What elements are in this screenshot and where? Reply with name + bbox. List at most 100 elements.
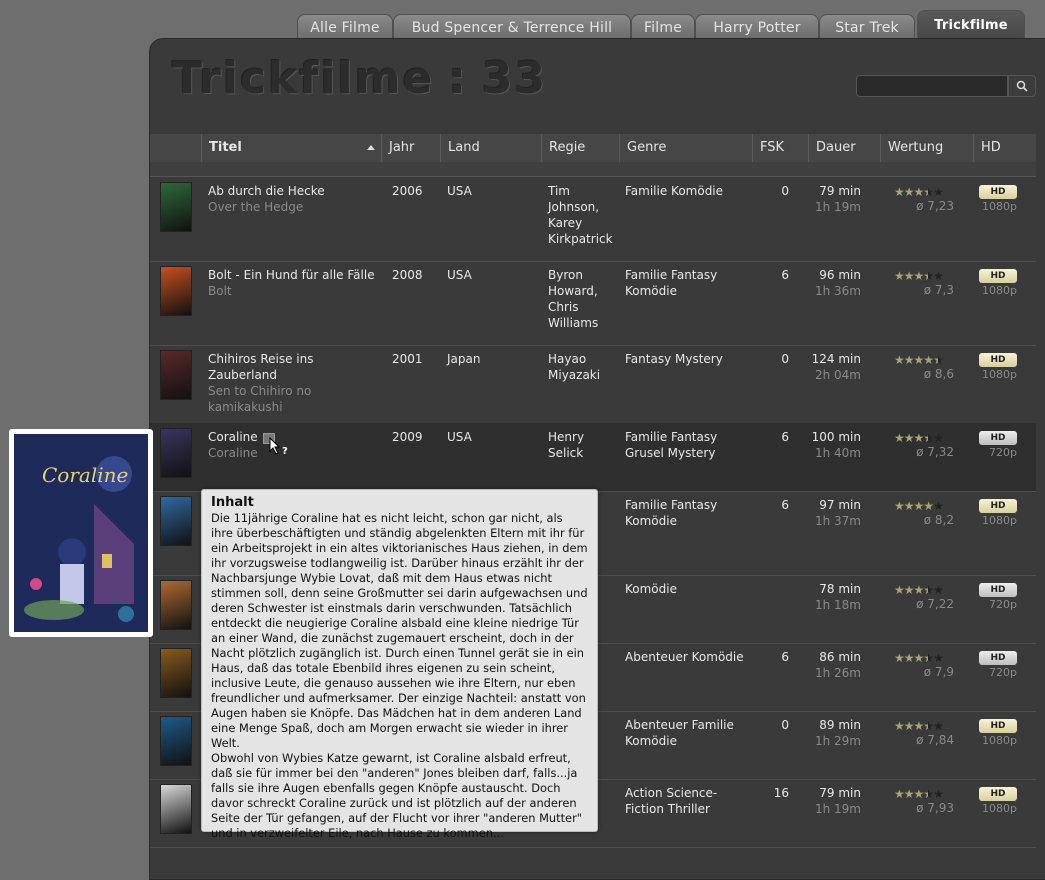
genre-line: Fiction Thriller: [625, 802, 710, 816]
duration-cell: 100 min 1h 40m: [805, 429, 861, 461]
col-titel[interactable]: Titel: [201, 134, 381, 162]
rating-value: ø 7,32: [916, 445, 954, 459]
year-cell: 2001: [392, 352, 423, 366]
star-rating-icon: ★★★★★: [894, 719, 944, 733]
title-text[interactable]: Chihiros Reise ins: [208, 351, 380, 367]
search-input[interactable]: [856, 75, 1008, 97]
poster-thumbnail[interactable]: [160, 784, 192, 834]
fsk-cell: 6: [781, 268, 789, 282]
col-hd[interactable]: HD: [973, 134, 1023, 162]
poster-thumbnail[interactable]: [160, 350, 192, 400]
hd-badge: HD: [979, 787, 1017, 801]
regie-line: Tim: [548, 184, 570, 198]
poster-thumbnail[interactable]: [160, 496, 192, 546]
col-dauer[interactable]: Dauer: [808, 134, 880, 162]
regie-cell: Hayao Miyazaki: [548, 351, 620, 383]
rating-value: ø 7,84: [916, 733, 954, 747]
title-text-2: Zauberland: [208, 368, 278, 382]
resolution-text: 1080p: [982, 734, 1017, 747]
duration-minutes: 86 min: [819, 650, 861, 664]
genre-cell: Familie Fantasy Komödie: [625, 267, 755, 299]
tab-star-trek[interactable]: Star Trek: [819, 14, 915, 41]
land-cell: USA: [447, 268, 472, 282]
table-filter-row: [150, 162, 1036, 177]
regie-line: Hayao: [548, 352, 587, 366]
title-text[interactable]: Ab durch die Hecke: [208, 183, 380, 199]
page-title-text: Trickfilme: [172, 53, 435, 104]
duration-hours: 1h 36m: [814, 284, 861, 298]
table-row[interactable]: Bolt - Ein Hund für alle Fälle Bolt 2008 US…: [150, 261, 1036, 346]
table-header: Titel Jahr Land Regie Genre FSK Dauer We…: [150, 134, 1036, 162]
col-regie[interactable]: Regie: [541, 134, 619, 162]
poster-thumbnail[interactable]: [160, 428, 192, 478]
movie-count: 33: [481, 53, 548, 104]
regie-line: Karey: [548, 216, 583, 230]
star-rating-icon: ★★★★★: [894, 583, 944, 597]
resolution-text: 1080p: [982, 514, 1017, 527]
search-button[interactable]: [1008, 75, 1036, 97]
duration-hours: 1h 18m: [814, 598, 861, 612]
genre-cell: Familie Fantasy Komödie: [625, 497, 755, 529]
tab-harry-potter[interactable]: Harry Potter: [695, 14, 819, 41]
hd-badge: HD: [979, 651, 1017, 665]
title-cell: Bolt - Ein Hund für alle Fälle Bolt: [208, 267, 380, 299]
poster-thumbnail[interactable]: [160, 266, 192, 316]
col-jahr[interactable]: Jahr: [381, 134, 440, 162]
poster-thumbnail[interactable]: [160, 716, 192, 766]
poster-thumbnail[interactable]: [160, 182, 192, 232]
star-rating-icon: ★★★★★: [894, 787, 944, 801]
tab-bud-spencer[interactable]: Bud Spencer & Terrence Hill: [393, 14, 631, 41]
poster-preview: Coraline: [9, 429, 153, 637]
title-text[interactable]: Coraline: [208, 429, 380, 445]
genre-line: Komödie: [625, 582, 677, 596]
search-icon: [1016, 80, 1028, 92]
poster-thumbnail[interactable]: [160, 648, 192, 698]
tab-filme[interactable]: Filme: [631, 14, 695, 41]
genre-line: Familie Fantasy: [625, 268, 718, 282]
genre-line: Abenteuer Familie: [625, 718, 734, 732]
table-row[interactable]: Chihiros Reise ins Zauberland Sen to Chihi…: [150, 345, 1036, 424]
col-poster: [150, 134, 201, 162]
duration-hours: 1h 29m: [814, 734, 861, 748]
year-cell: 2008: [392, 268, 423, 282]
regie-line: Henry: [548, 430, 585, 444]
poster-thumbnail[interactable]: [160, 580, 192, 630]
regie-line: Howard,: [548, 284, 598, 298]
tab-alle-filme[interactable]: Alle Filme: [297, 14, 393, 41]
star-rating-icon: ★★★★★: [894, 431, 944, 445]
col-land[interactable]: Land: [440, 134, 541, 162]
col-genre[interactable]: Genre: [619, 134, 752, 162]
genre-line: Fantasy Mystery: [625, 352, 723, 366]
star-rating-icon: ★★★★★: [894, 651, 944, 665]
col-fsk[interactable]: FSK: [752, 134, 808, 162]
duration-hours: 1h 19m: [814, 802, 861, 816]
resolution-text: 720p: [989, 666, 1017, 679]
original-title: Over the Hedge: [208, 200, 304, 214]
land-cell: USA: [447, 184, 472, 198]
duration-minutes: 97 min: [819, 498, 861, 512]
rating-value: ø 8,6: [923, 367, 954, 381]
land-cell: Japan: [447, 352, 481, 366]
duration-cell: 96 min 1h 36m: [805, 267, 861, 299]
rating-value: ø 7,9: [923, 665, 954, 679]
table-row[interactable]: Ab durch die Hecke Over the Hedge 2006 USA T…: [150, 177, 1036, 262]
duration-cell: 124 min 2h 04m: [805, 351, 861, 383]
hd-badge: HD: [979, 353, 1017, 367]
resolution-text: 1080p: [982, 368, 1017, 381]
duration-minutes: 89 min: [819, 718, 861, 732]
duration-hours: 1h 40m: [814, 446, 861, 460]
col-wertung[interactable]: Wertung: [880, 134, 973, 162]
original-title: Coraline: [208, 446, 258, 460]
star-rating-icon: ★★★★★: [894, 499, 944, 513]
title-cell: Coraline Coraline: [208, 429, 380, 461]
poster-art-icon: Coraline: [14, 434, 148, 632]
mouse-cursor: ?: [269, 436, 291, 463]
original-title-2: kamikakushi: [208, 400, 283, 414]
duration-hours: 2h 04m: [814, 368, 861, 382]
regie-line: Kirkpatrick: [548, 232, 613, 246]
original-title: Bolt: [208, 284, 232, 298]
duration-hours: 1h 37m: [814, 514, 861, 528]
title-text[interactable]: Bolt - Ein Hund für alle Fälle: [208, 267, 380, 283]
genre-line: Familie Komödie: [625, 184, 724, 198]
fsk-cell: 0: [781, 352, 789, 366]
